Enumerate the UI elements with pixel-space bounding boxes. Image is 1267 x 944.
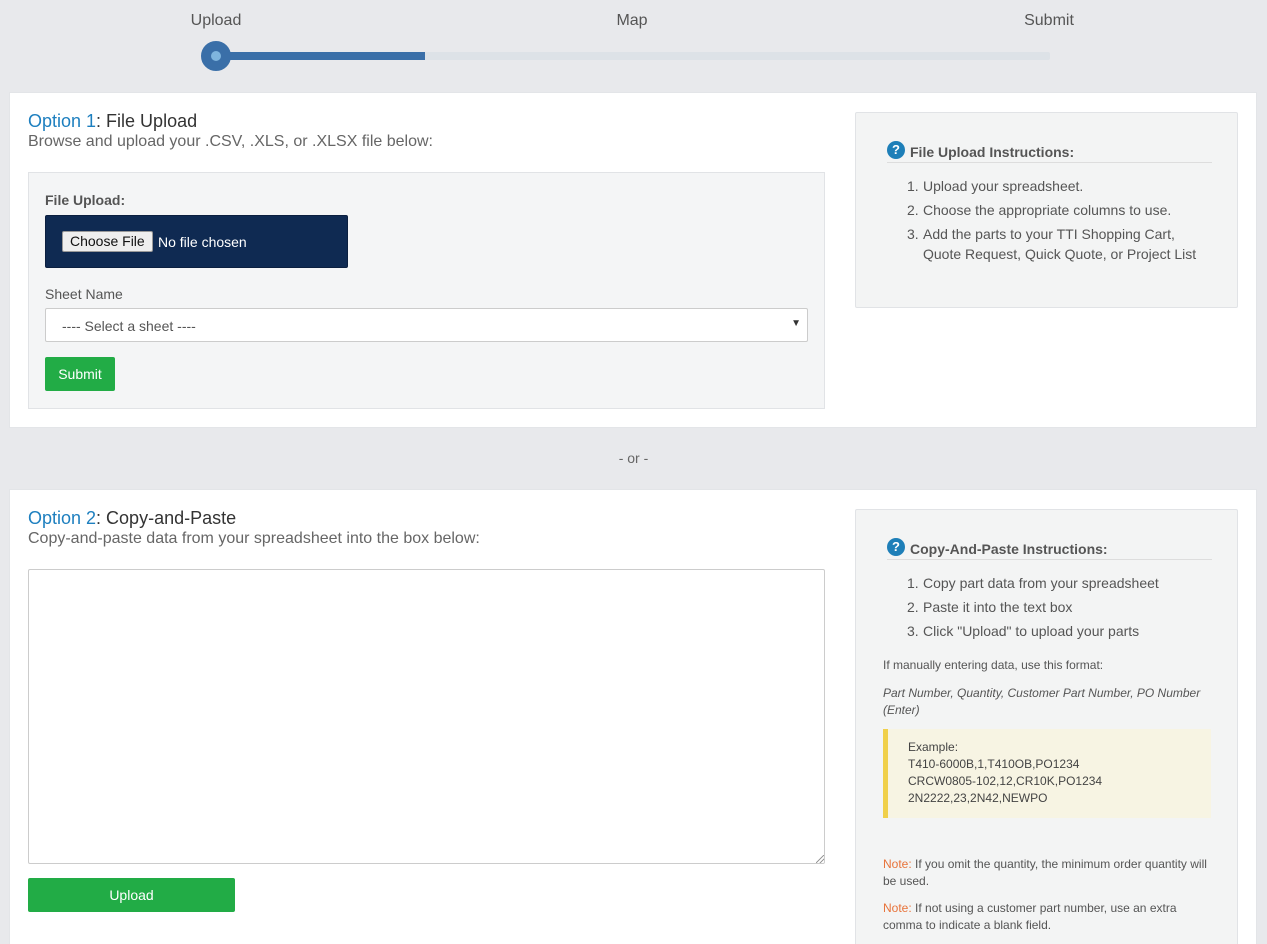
file-input[interactable]: Choose File No file chosen: [45, 215, 348, 268]
example-line: CRCW0805-102,12,CR10K,PO1234: [908, 774, 1103, 788]
note-label: Note:: [883, 857, 912, 871]
resize-grip-icon[interactable]: [816, 855, 824, 863]
list-item: 3. Click "Upload" to upload your parts: [907, 623, 1140, 639]
option2-panel: Option 2: Copy-and-Paste Copy-and-paste …: [9, 489, 1257, 944]
file-upload-label: File Upload:: [45, 192, 126, 208]
note-part-number: Note: If not using a customer part numbe…: [883, 900, 1215, 934]
option1-title: Option 1: File Upload: [28, 111, 197, 132]
list-item: 1. Copy part data from your spreadsheet: [907, 575, 1159, 591]
note-label: Note:: [883, 901, 912, 915]
step-upload: Upload: [190, 12, 242, 29]
list-item: 2. Paste it into the text box: [907, 599, 1073, 615]
option1-subtitle: Browse and upload your .CSV, .XLS, or .X…: [28, 133, 433, 150]
chevron-down-icon: ▼: [791, 318, 801, 329]
format-intro: If manually entering data, use this form…: [883, 658, 1104, 672]
list-item: 3. Add the parts to your TTI Shopping Car…: [907, 226, 1197, 262]
choose-file-button[interactable]: Choose File: [62, 231, 153, 252]
option2-title-text: : Copy-and-Paste: [96, 508, 237, 528]
instructions-list: 1. Upload your spreadsheet. 2. Choose the …: [907, 176, 1207, 268]
list-item: 2. Choose the appropriate columns to use.: [907, 202, 1172, 218]
instructions-title: Copy-And-Paste Instructions:: [910, 541, 1108, 557]
list-item: 1. Upload your spreadsheet.: [907, 178, 1084, 194]
progress-track: [216, 52, 1050, 60]
instructions-list: 1. Copy part data from your spreadsheet 2…: [907, 573, 1207, 645]
option2-prefix: Option 2: [28, 508, 97, 528]
instructions-title: File Upload Instructions:: [910, 144, 1075, 160]
option2-subtitle: Copy-and-paste data from your spreadshee…: [28, 530, 480, 547]
note-text: If you omit the quantity, the minimum or…: [883, 857, 1207, 888]
sheet-select-value: ---- Select a sheet ----: [62, 318, 196, 334]
instructions-header: ? File Upload Instructions:: [887, 141, 1212, 163]
progress-stepper: Upload Map Submit: [0, 0, 1267, 80]
note-text: If not using a customer part number, use…: [883, 901, 1177, 932]
or-separator: - or -: [618, 450, 649, 466]
example-box: Example: T410-6000B,1,T410OB,PO1234 CRCW…: [883, 729, 1211, 818]
option1-prefix: Option 1: [28, 111, 97, 131]
option1-panel: Option 1: File Upload Browse and upload …: [9, 92, 1257, 428]
option2-title: Option 2: Copy-and-Paste: [28, 508, 236, 529]
progress-knob: [201, 41, 231, 71]
example-line: T410-6000B,1,T410OB,PO1234: [908, 757, 1080, 771]
question-circle-icon: ?: [887, 538, 905, 556]
file-upload-box: File Upload: Choose File No file chosen …: [28, 172, 825, 409]
step-submit: Submit: [1024, 12, 1074, 29]
paste-textarea[interactable]: [28, 569, 825, 864]
file-upload-instructions: ? File Upload Instructions: 1. Upload you…: [855, 112, 1238, 308]
submit-button[interactable]: Submit: [45, 357, 115, 391]
note-quantity: Note: If you omit the quantity, the mini…: [883, 856, 1215, 890]
example-text: Example: T410-6000B,1,T410OB,PO1234 CRCW…: [908, 739, 1102, 807]
example-heading: Example:: [908, 740, 959, 754]
upload-button[interactable]: Upload: [28, 878, 235, 912]
copy-paste-instructions: ? Copy-And-Paste Instructions: 1. Copy pa…: [855, 509, 1238, 944]
sheet-name-label: Sheet Name: [45, 286, 123, 302]
question-circle-icon: ?: [887, 141, 905, 159]
step-map: Map: [616, 12, 648, 29]
format-line: Part Number, Quantity, Customer Part Num…: [883, 686, 1201, 717]
instructions-header: ? Copy-And-Paste Instructions:: [887, 538, 1212, 560]
sheet-select[interactable]: ---- Select a sheet ---- ▼: [45, 308, 808, 342]
example-line: 2N2222,23,2N42,NEWPO: [908, 791, 1048, 805]
file-status: No file chosen: [158, 234, 247, 250]
option1-title-text: : File Upload: [96, 111, 198, 131]
progress-fill: [216, 52, 425, 60]
